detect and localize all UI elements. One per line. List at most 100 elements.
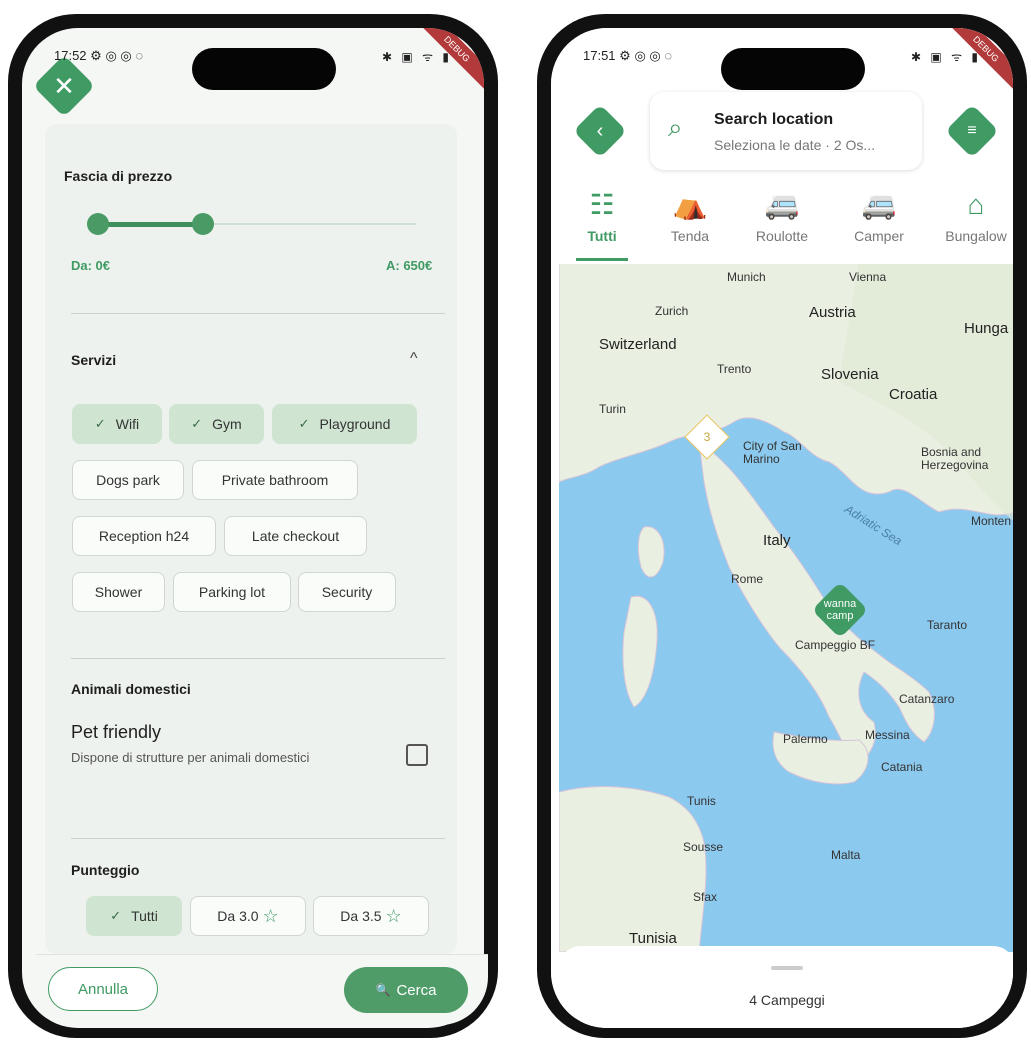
back-button[interactable]: ‹	[573, 104, 627, 158]
map-label: Rome	[731, 572, 764, 586]
results-count: 4 Campeggi	[749, 992, 825, 1008]
service-chip-parking-lot[interactable]: Parking lot	[173, 572, 291, 612]
category-tab-tutti[interactable]: ☷ Tutti	[557, 188, 647, 244]
pin-logo-label: wanna camp	[823, 598, 857, 622]
pet-friendly-description: Dispone di strutture per animali domesti…	[71, 750, 310, 765]
pet-friendly-checkbox[interactable]	[406, 744, 428, 766]
collapse-icon[interactable]: ^	[410, 350, 418, 368]
category-active-underline	[576, 258, 628, 261]
service-chip-dogs-park-label: Dogs park	[96, 472, 160, 488]
service-chip-shower[interactable]: Shower	[72, 572, 165, 612]
category-label: Tenda	[670, 228, 710, 244]
map-label: Campeggio BF	[795, 638, 876, 652]
category-roulotte-icon: 🚐	[764, 189, 800, 220]
cluster-count: 3	[703, 430, 711, 444]
check-icon: ✓	[191, 416, 203, 431]
score-chip-3-label: Da 3.5	[340, 908, 382, 924]
map-screen-content: 17:51 ⚙ ◎ ◎ ◌ ✱ ▣ ᯤ ▮ DEBUG Munich Vienna…	[551, 28, 1013, 1028]
chevron-left-icon: ‹	[596, 120, 604, 142]
map-label: Turin	[599, 402, 626, 416]
category-tab-camper[interactable]: 🚐 Camper	[834, 188, 924, 244]
service-chip-playground[interactable]: ✓ Playground	[272, 404, 417, 444]
campsite-map-pin[interactable]: wanna camp	[811, 581, 869, 639]
category-label: Bungalow	[945, 228, 1007, 244]
map-land-svg	[559, 262, 1013, 952]
check-icon: ✓	[94, 416, 106, 431]
service-chip-private-bathroom-label: Private bathroom	[221, 472, 329, 488]
check-icon: ✓	[110, 908, 122, 923]
divider	[71, 658, 445, 659]
score-chip-3[interactable]: Da 3.5 ☆	[313, 896, 429, 936]
category-label: Camper	[854, 228, 904, 244]
map-label: Slovenia	[821, 366, 879, 383]
service-chip-wifi-label: Wifi	[115, 416, 140, 432]
map-label: Tunis	[687, 794, 716, 808]
price-slider-max-handle[interactable]	[191, 213, 214, 235]
service-chip-wifi[interactable]: ✓ Wifi	[72, 404, 162, 444]
score-chip-1-label: Tutti	[131, 908, 158, 924]
category-tab-roulotte[interactable]: 🚐 Roulotte	[737, 188, 827, 244]
map-label: Monten	[971, 514, 1012, 528]
cancel-button[interactable]: Annulla	[48, 967, 158, 1011]
service-chip-security[interactable]: Security	[298, 572, 396, 612]
map-label: Malta	[831, 848, 861, 862]
service-chip-dogs-park[interactable]: Dogs park	[72, 460, 184, 500]
map-label: Tunisia	[629, 930, 677, 947]
category-bungalow-icon: ⌂	[967, 189, 985, 220]
status-icons: ⚙ ◎ ◎ ◌	[619, 48, 673, 63]
results-bottom-sheet[interactable]: 4 Campeggi	[559, 946, 1013, 1028]
divider	[71, 838, 445, 839]
map-label: Hunga	[964, 320, 1009, 337]
service-chip-reception-h24[interactable]: Reception h24	[72, 516, 216, 556]
sheet-drag-handle[interactable]	[771, 966, 803, 970]
pets-title: Animali domestici	[71, 681, 191, 697]
check-icon: ✓	[298, 416, 310, 431]
category-label: Roulotte	[755, 228, 809, 244]
map-label: Bosnia and Herzegovina	[921, 445, 989, 472]
map-label: Switzerland	[599, 336, 677, 353]
map-label: Zurich	[655, 304, 689, 318]
score-chip-2-label: Da 3.0	[217, 908, 259, 924]
price-from-label: Da: 0€	[71, 258, 111, 273]
search-location-subtitle: Seleziona le date · 2 Os...	[714, 137, 876, 153]
score-chip-2[interactable]: Da 3.0 ☆	[190, 896, 306, 936]
service-chip-parking-lot-label: Parking lot	[198, 584, 266, 600]
category-tenda-icon: ⛺	[672, 189, 708, 220]
category-tab-tenda[interactable]: ⛺ Tenda	[645, 188, 735, 244]
category-tutti-icon: ☷	[589, 189, 615, 220]
pet-friendly-title: Pet friendly	[71, 722, 162, 742]
map-label: Austria	[809, 304, 856, 321]
search-location-box[interactable]: ⌕ Search location Seleziona le date · 2 …	[650, 92, 922, 170]
status-right-icons: ✱ ▣ ᯤ ▮	[911, 50, 981, 64]
service-chip-gym[interactable]: ✓ Gym	[169, 404, 264, 444]
service-chip-late-checkout-label: Late checkout	[251, 528, 340, 544]
map-view[interactable]: Munich Vienna Zurich Austria Switzerland Hung…	[559, 262, 1013, 952]
search-location-title: Search location	[714, 111, 834, 128]
map-label: Sousse	[683, 840, 724, 854]
status-time: 17:51	[583, 48, 616, 63]
divider	[71, 313, 445, 314]
price-slider-min-handle[interactable]	[87, 213, 109, 235]
map-label: Palermo	[783, 732, 828, 746]
dynamic-island	[721, 48, 865, 90]
filter-button[interactable]: ≡	[945, 104, 999, 158]
service-chip-late-checkout[interactable]: Late checkout	[224, 516, 367, 556]
status-right-icons: ✱ ▣ ᯤ ▮	[382, 50, 452, 64]
service-chip-gym-label: Gym	[212, 416, 242, 432]
star-icon: ☆	[262, 905, 279, 926]
category-bar: ☷ Tutti ⛺ Tenda 🚐 Roulotte 🚐 Camper ⌂ Bungalow	[559, 180, 1013, 264]
service-chip-security-label: Security	[321, 584, 373, 600]
search-icon: 🔍	[375, 983, 391, 997]
map-label: Catanzaro	[899, 692, 955, 706]
map-label: Catania	[881, 760, 923, 774]
service-chip-private-bathroom[interactable]: Private bathroom	[192, 460, 358, 500]
search-button[interactable]: 🔍 Cerca	[344, 967, 468, 1013]
star-icon: ☆	[385, 905, 402, 926]
map-label: Sfax	[693, 890, 718, 904]
services-title: Servizi	[71, 352, 117, 368]
search-button-label: Cerca	[396, 981, 437, 999]
score-chip-1[interactable]: ✓ Tutti	[86, 896, 182, 936]
category-tab-bungalow[interactable]: ⌂ Bungalow	[931, 188, 1013, 244]
map-label: Italy	[763, 532, 791, 549]
service-chip-playground-label: Playground	[319, 416, 391, 432]
